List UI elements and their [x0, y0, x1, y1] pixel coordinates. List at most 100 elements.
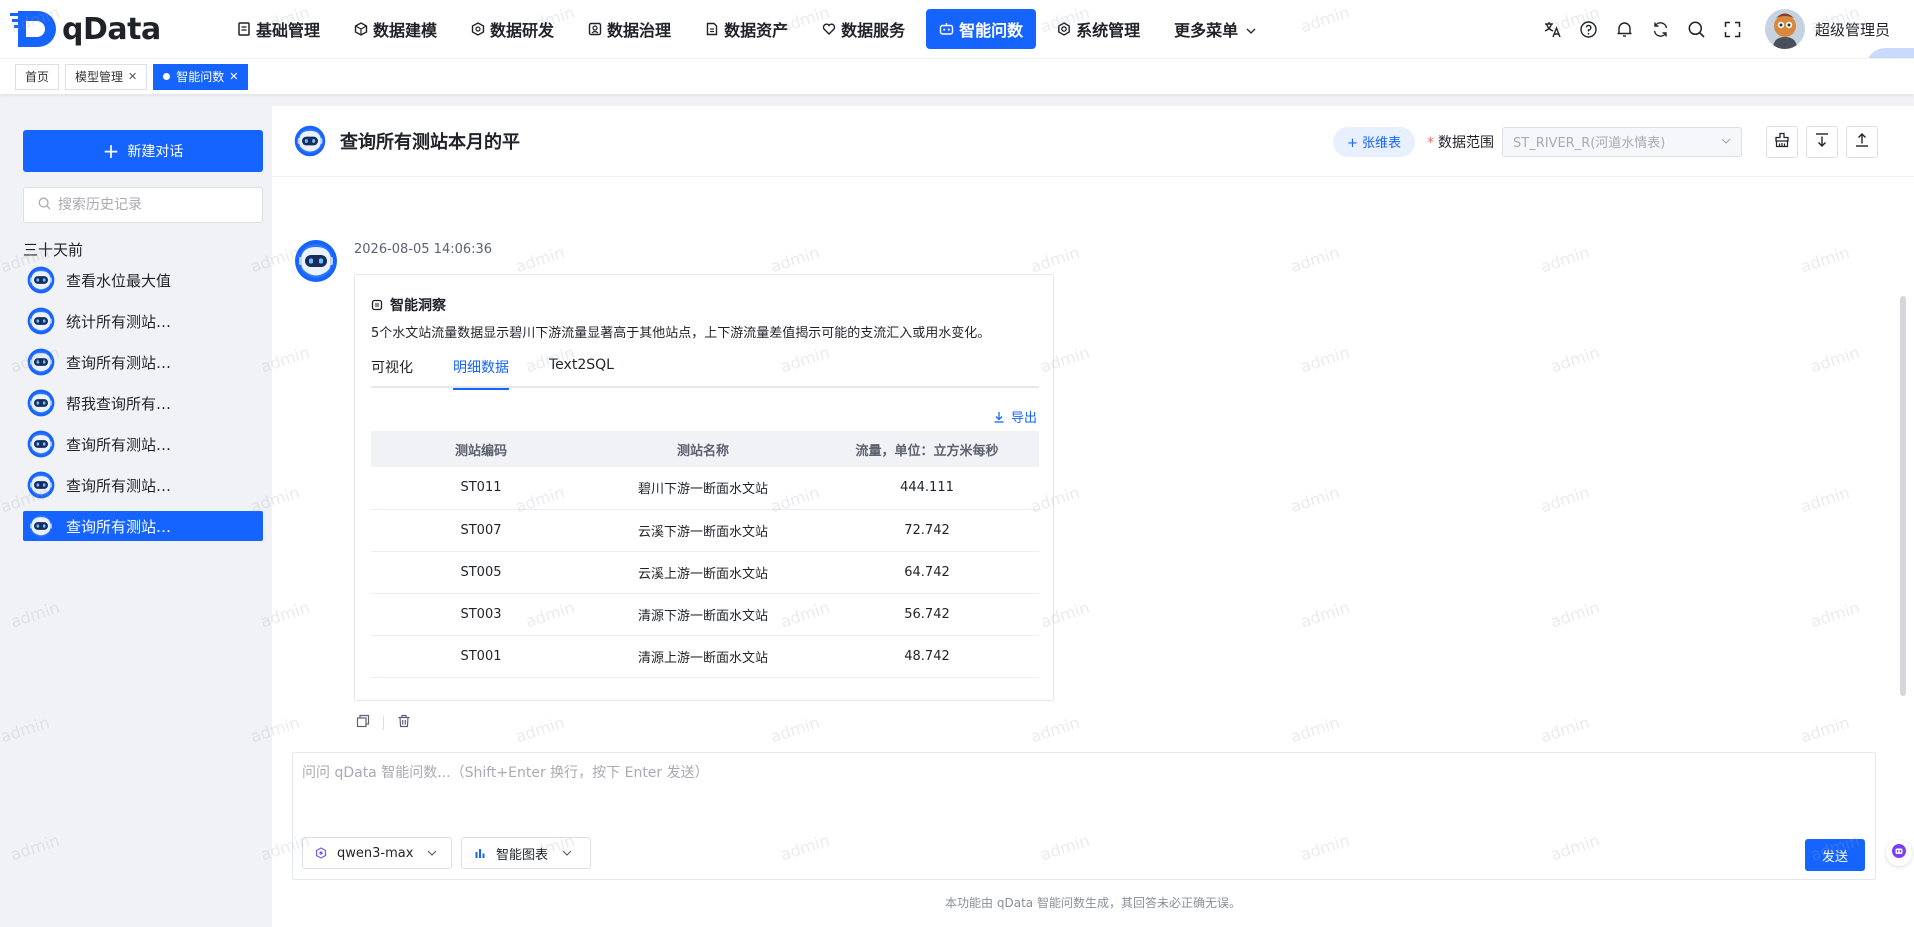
bot-avatar-icon	[27, 389, 55, 417]
user-name[interactable]: 超级管理员	[1815, 19, 1890, 40]
user-avatar[interactable]	[1764, 9, 1805, 49]
nav-item-service[interactable]: 数据服务	[809, 9, 918, 49]
nav-item-modeling[interactable]: 数据建模	[341, 9, 450, 49]
nav-item-dev[interactable]: 数据研发	[458, 9, 567, 49]
assistant-icon	[1891, 843, 1907, 863]
export-button[interactable]: 导出	[993, 407, 1037, 426]
chat-scrollbar[interactable]	[1900, 296, 1906, 696]
copy-button[interactable]	[354, 714, 372, 732]
table-row: ST001 清源上游一断面水文站 48.742	[371, 635, 1039, 678]
table-body: ST011 碧川下游一断面水文站 444.111 ST007 云溪下游一断面水文站 72.…	[371, 467, 1039, 678]
delete-button[interactable]	[395, 714, 413, 732]
copy-icon	[356, 714, 370, 732]
page-tab-label: 智能问数	[176, 70, 225, 84]
app-logo[interactable]: qData	[8, 7, 208, 51]
tab-detail-data[interactable]: 明细数据	[453, 353, 509, 390]
bot-avatar-icon	[27, 266, 55, 294]
history-item[interactable]: 查询所有测站…	[23, 511, 263, 541]
page-tab-smart-query[interactable]: 智能问数 ✕	[153, 63, 249, 90]
table-cell: 云溪上游一断面水文站	[591, 551, 815, 594]
heart-icon	[822, 22, 836, 36]
nav-label: 系统管理	[1076, 21, 1141, 40]
nav-label: 更多菜单	[1174, 21, 1239, 40]
bell-icon[interactable]	[1607, 11, 1643, 47]
close-icon[interactable]: ✕	[229, 70, 238, 83]
history-item[interactable]: 查询所有测站…	[23, 470, 263, 500]
search-icon[interactable]	[1679, 11, 1715, 47]
history-item[interactable]: 查询所有测站…	[23, 347, 263, 377]
data-scope-label: * 数据范围	[1427, 132, 1494, 152]
chevron-down-icon	[427, 850, 437, 857]
message-timestamp: 2026-08-05 14:06:36	[354, 242, 493, 257]
refresh-icon[interactable]	[1643, 11, 1679, 47]
bot-avatar-icon	[27, 430, 55, 458]
upload-button[interactable]	[1846, 125, 1878, 158]
scroll-bottom-button[interactable]	[1806, 125, 1838, 158]
top-tools: 超级管理员	[1535, 0, 1890, 58]
history-list: 查看水位最大值统计所有测站… 查询所有测站… 帮我查询所有… 查询所有测站… 查询所有测…	[23, 265, 263, 552]
top-navbar: qData 基础管理 数据建模 数据研发 数据治理 数据资产 数据服务 智能问数…	[0, 0, 1914, 86]
new-chat-button[interactable]: + 新建对话	[23, 130, 263, 172]
translate-icon[interactable]	[1535, 11, 1571, 47]
arrow-down-to-line-icon	[1814, 132, 1830, 152]
history-search-box	[23, 187, 263, 223]
tab-text2sql[interactable]: Text2SQL	[549, 353, 614, 388]
page-tab-label: 模型管理	[75, 70, 124, 84]
mode-select[interactable]: 智能图表	[461, 837, 591, 869]
tab-visualize[interactable]: 可视化	[371, 353, 413, 388]
history-item[interactable]: 查看水位最大值	[23, 265, 263, 295]
download-icon	[993, 411, 1005, 423]
broom-icon	[1774, 132, 1790, 152]
history-item[interactable]: 统计所有测站…	[23, 306, 263, 336]
export-label: 导出	[1010, 411, 1037, 426]
active-dot	[163, 73, 171, 80]
data-scope-value: ST_RIVER_R(河道水情表)	[1513, 136, 1666, 151]
nav-label: 数据治理	[607, 21, 672, 40]
bar-chart-icon	[474, 847, 486, 859]
nav-item-system[interactable]: 系统管理	[1044, 9, 1153, 49]
nav-item-assets[interactable]: 数据资产	[692, 9, 801, 49]
nav-item-more[interactable]: 更多菜单	[1161, 9, 1269, 49]
logo-text: qData	[62, 11, 161, 47]
data-scope-text: 数据范围	[1438, 134, 1494, 151]
page-tab-model[interactable]: 模型管理 ✕	[65, 63, 148, 90]
bot-avatar-icon	[27, 348, 55, 376]
robot-icon	[939, 22, 954, 36]
history-search-input[interactable]	[58, 197, 248, 213]
close-icon[interactable]: ✕	[128, 70, 137, 83]
data-scope-select[interactable]: ST_RIVER_R(河道水情表)	[1502, 126, 1742, 157]
bot-avatar-icon	[294, 125, 326, 157]
question-input[interactable]	[302, 762, 1802, 812]
table-cell: 48.742	[815, 635, 1039, 678]
help-icon[interactable]	[1571, 11, 1607, 47]
assistant-float-button[interactable]	[1886, 840, 1912, 866]
nav-label: 数据服务	[841, 21, 906, 40]
send-button[interactable]: 发送	[1805, 839, 1865, 871]
bot-avatar-icon	[27, 307, 55, 335]
nav-item-basic[interactable]: 基础管理	[224, 9, 333, 49]
model-select[interactable]: qwen3-max	[302, 837, 452, 869]
nav-item-smart-query[interactable]: 智能问数	[926, 9, 1037, 49]
trash-icon	[397, 714, 411, 732]
chip-icon	[371, 299, 383, 311]
history-item[interactable]: 帮我查询所有…	[23, 388, 263, 418]
result-tabs: 可视化 明细数据 Text2SQL	[371, 353, 1039, 390]
history-item[interactable]: 查询所有测站…	[23, 429, 263, 459]
history-item-label: 查看水位最大值	[66, 271, 172, 290]
page-tab-home[interactable]: 首页	[15, 63, 60, 90]
cube-icon	[354, 22, 368, 36]
add-table-button[interactable]: + 张维表	[1332, 126, 1415, 157]
history-item-label: 查询所有测站…	[66, 476, 172, 495]
shield-icon	[588, 22, 602, 36]
bot-avatar-icon	[27, 512, 55, 540]
upload-icon	[1854, 132, 1870, 152]
nav-label: 数据建模	[373, 21, 438, 40]
divider	[383, 716, 384, 730]
table-cell: ST005	[371, 551, 591, 594]
table-cell: ST007	[371, 509, 591, 552]
logo-mark-icon	[8, 7, 58, 51]
table-cell: ST011	[371, 467, 591, 510]
clean-button[interactable]	[1766, 125, 1798, 158]
nav-item-governance[interactable]: 数据治理	[575, 9, 684, 49]
fullscreen-icon[interactable]	[1715, 11, 1751, 47]
